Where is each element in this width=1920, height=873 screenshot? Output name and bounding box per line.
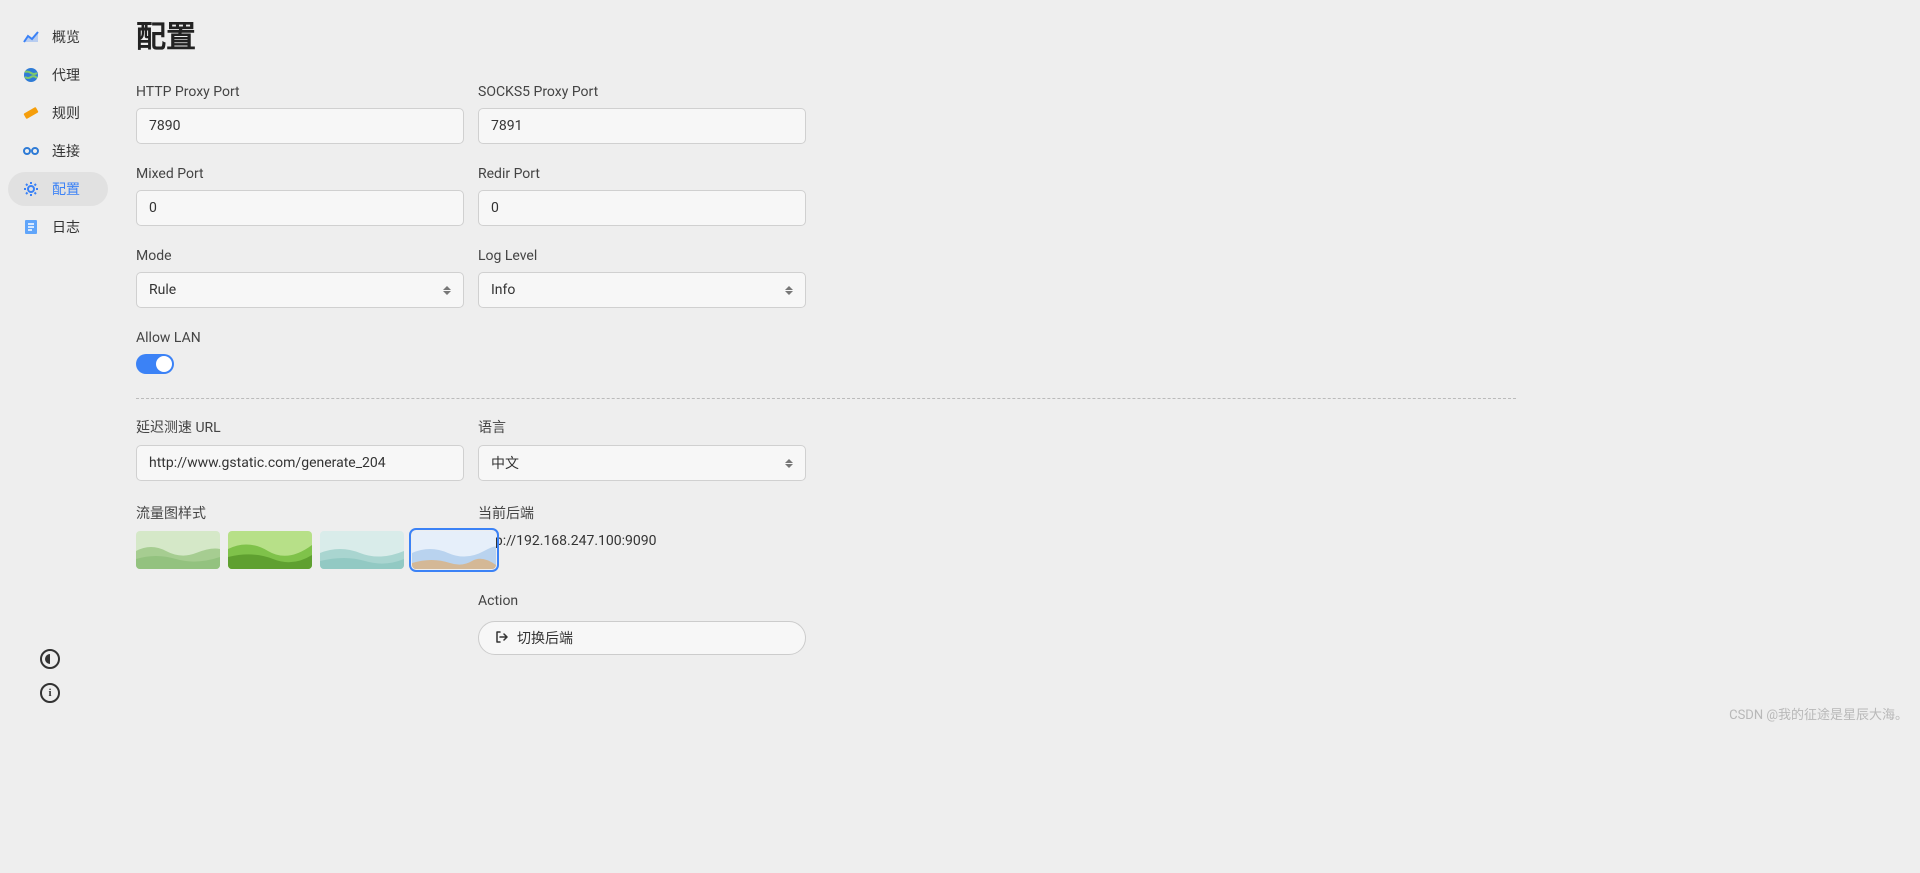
backend-url-text: http://192.168.247.100:9090 — [478, 533, 806, 549]
sidebar-item-logs[interactable]: 日志 — [8, 210, 108, 244]
toggle-allow-lan[interactable] — [136, 354, 174, 374]
label-redir-port: Redir Port — [478, 166, 806, 182]
label-socks-port: SOCKS5 Proxy Port — [478, 84, 806, 100]
watermark-text: CSDN @我的征途是星辰大海。 — [1729, 704, 1908, 723]
input-redir-port[interactable]: 0 — [478, 190, 806, 226]
main-content: 配置 HTTP Proxy Port 7890 SOCKS5 Proxy Por… — [136, 12, 1536, 655]
chevron-updown-icon — [443, 286, 451, 295]
section-divider — [136, 398, 1516, 399]
select-log-level[interactable]: Info — [478, 272, 806, 308]
sidebar-item-overview[interactable]: 概览 — [8, 20, 108, 54]
sidebar-item-label: 规则 — [52, 103, 80, 123]
chevron-updown-icon — [785, 286, 793, 295]
label-log-level: Log Level — [478, 248, 806, 264]
field-chart-style: 流量图样式 — [136, 503, 464, 655]
label-mode: Mode — [136, 248, 464, 264]
field-mode: Mode Rule — [136, 248, 464, 308]
label-action: Action — [478, 593, 806, 609]
logout-icon — [495, 630, 509, 647]
label-language: 语言 — [478, 417, 806, 437]
input-latency-url[interactable]: http://www.gstatic.com/generate_204 — [136, 445, 464, 481]
page-title: 配置 — [136, 12, 1536, 56]
chevron-updown-icon — [785, 459, 793, 468]
sidebar-item-label: 日志 — [52, 217, 80, 237]
gear-icon — [22, 180, 40, 198]
field-redir-port: Redir Port 0 — [478, 166, 806, 226]
chart-style-option-4[interactable] — [412, 531, 496, 569]
sidebar-item-label: 概览 — [52, 27, 80, 47]
sidebar-item-config[interactable]: 配置 — [8, 172, 108, 206]
label-latency-url: 延迟测速 URL — [136, 417, 464, 437]
chart-icon — [22, 28, 40, 46]
field-backend: 当前后端 http://192.168.247.100:9090 Action … — [478, 503, 806, 655]
sidebar-item-rules[interactable]: 规则 — [8, 96, 108, 130]
label-backend: 当前后端 — [478, 503, 806, 523]
sidebar-bottom — [40, 649, 60, 703]
select-language[interactable]: 中文 — [478, 445, 806, 481]
chart-style-option-2[interactable] — [228, 531, 312, 569]
log-icon — [22, 218, 40, 236]
field-language: 语言 中文 — [478, 417, 806, 481]
sidebar-item-label: 代理 — [52, 65, 80, 85]
field-log-level: Log Level Info — [478, 248, 806, 308]
ruler-icon — [22, 104, 40, 122]
field-latency-url: 延迟测速 URL http://www.gstatic.com/generate… — [136, 417, 464, 481]
field-allow-lan: Allow LAN — [136, 330, 464, 374]
select-mode[interactable]: Rule — [136, 272, 464, 308]
label-allow-lan: Allow LAN — [136, 330, 464, 346]
chart-style-option-1[interactable] — [136, 531, 220, 569]
switch-backend-button[interactable]: 切换后端 — [478, 621, 806, 655]
input-mixed-port[interactable]: 0 — [136, 190, 464, 226]
input-http-port[interactable]: 7890 — [136, 108, 464, 144]
label-http-port: HTTP Proxy Port — [136, 84, 464, 100]
chart-style-option-3[interactable] — [320, 531, 404, 569]
theme-toggle-icon[interactable] — [40, 649, 60, 669]
input-socks-port[interactable]: 7891 — [478, 108, 806, 144]
field-http-port: HTTP Proxy Port 7890 — [136, 84, 464, 144]
field-socks-port: SOCKS5 Proxy Port 7891 — [478, 84, 806, 144]
globe-icon — [22, 66, 40, 84]
sidebar-item-label: 配置 — [52, 179, 80, 199]
sidebar-item-label: 连接 — [52, 141, 80, 161]
info-icon[interactable] — [40, 683, 60, 703]
sidebar: 概览 代理 规则 连接 配置 日志 — [8, 20, 108, 244]
label-chart-style: 流量图样式 — [136, 503, 464, 523]
field-mixed-port: Mixed Port 0 — [136, 166, 464, 226]
sidebar-item-proxy[interactable]: 代理 — [8, 58, 108, 92]
sidebar-item-connections[interactable]: 连接 — [8, 134, 108, 168]
link-icon — [22, 142, 40, 160]
label-mixed-port: Mixed Port — [136, 166, 464, 182]
switch-backend-label: 切换后端 — [517, 628, 573, 648]
